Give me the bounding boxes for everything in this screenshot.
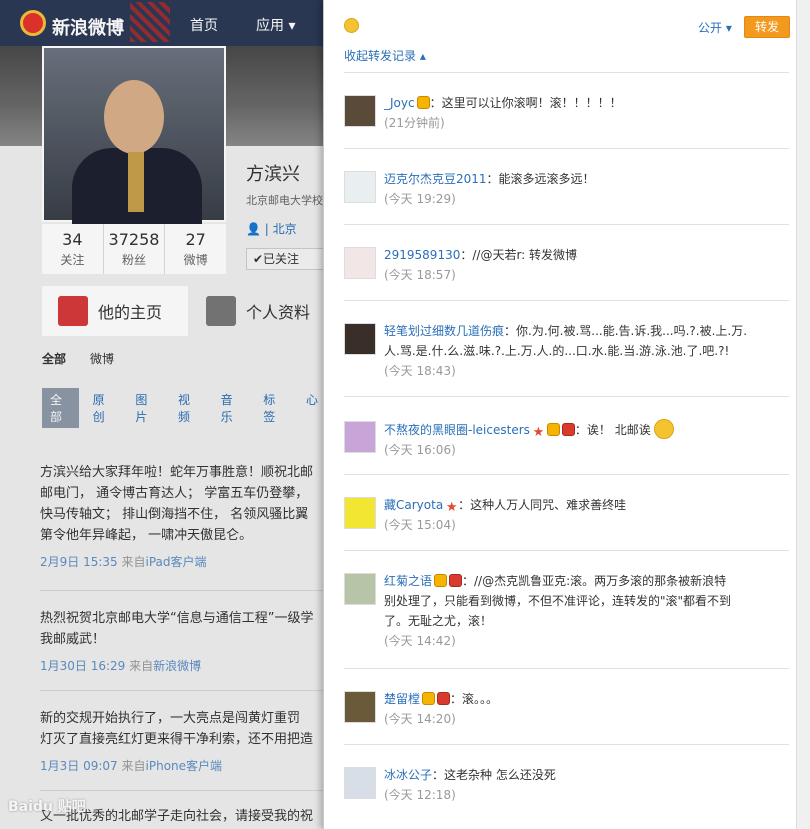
crown-icon (416, 96, 430, 109)
repost-time[interactable]: (今天 19:29) (384, 189, 784, 209)
repost-item: 不熬夜的黑眼圈-leicesters ★ ：诶！ 北邮诶 (今天 16:06) (344, 396, 789, 474)
repost-time[interactable]: (今天 18:57) (384, 265, 784, 285)
repost-time[interactable]: (今天 14:42) (384, 631, 784, 651)
repost-time[interactable]: (今天 18:43) (384, 361, 784, 381)
user-avatar[interactable] (344, 691, 376, 723)
username-link[interactable]: 不熬夜的黑眼圈-leicesters (384, 423, 530, 437)
repost-item: 楚留樘 ：滚。。。 (今天 14:20) (344, 668, 789, 744)
repost-time[interactable]: (今天 15:04) (384, 515, 784, 535)
red-badge-icon (437, 692, 451, 705)
repost-item: _Joyc ：这里可以让你滚啊！滚！！！！！ (21分钟前) (344, 72, 789, 148)
emoji-picker-icon[interactable] (344, 18, 359, 33)
repost-time[interactable]: (今天 16:06) (384, 440, 784, 460)
username-link[interactable]: 红菊之语 (384, 574, 432, 588)
repost-time[interactable]: (今天 12:18) (384, 785, 784, 805)
red-badge-icon (449, 574, 463, 587)
username-link[interactable]: 冰冰公子 (384, 768, 432, 782)
repost-list: _Joyc ：这里可以让你滚啊！滚！！！！！ (21分钟前) 迈克尔杰克豆2011… (344, 72, 789, 820)
repost-time[interactable]: (今天 14:20) (384, 709, 784, 729)
visibility-dropdown[interactable]: 公开 ▾ (698, 19, 732, 36)
overlay-dim (0, 0, 340, 829)
user-avatar[interactable] (344, 171, 376, 203)
user-avatar[interactable] (344, 767, 376, 799)
repost-item: 2919589130：//@天若r: 转发微博 (今天 18:57) (344, 224, 789, 300)
username-link[interactable]: 2919589130 (384, 248, 460, 262)
username-link[interactable]: 迈克尔杰克豆2011 (384, 172, 487, 186)
user-avatar[interactable] (344, 95, 376, 127)
username-link[interactable]: 藏Caryota (384, 498, 443, 512)
username-link[interactable]: _Joyc (384, 96, 415, 110)
repost-item: 轻笔划过细数几道伤痕：你.为.何.被.骂...能.告.诉.我...吗.?.被.上… (344, 300, 789, 396)
repost-item: 迈克尔杰克豆2011：能滚多远滚多远！ (今天 19:29) (344, 148, 789, 224)
username-link[interactable]: 轻笔划过细数几道伤痕 (384, 324, 504, 338)
repost-button[interactable]: 转发 (744, 16, 790, 38)
user-avatar[interactable] (344, 421, 376, 453)
repost-time[interactable]: (21分钟前) (384, 113, 784, 133)
repost-panel: 公开 ▾ 转发 收起转发记录 ▴ _Joyc ：这里可以让你滚啊！滚！！！！！ (… (323, 0, 810, 829)
user-avatar[interactable] (344, 497, 376, 529)
red-badge-icon (561, 423, 575, 436)
repost-item: 藏Caryota ★：这种人万人同咒、难求善终哇 (今天 15:04) (344, 474, 789, 550)
emoji-thinking-icon (653, 419, 674, 439)
user-avatar[interactable] (344, 573, 376, 605)
crown-icon (546, 423, 560, 436)
star-icon: ★ (532, 425, 545, 440)
collapse-repost-list-link[interactable]: 收起转发记录 ▴ (344, 47, 426, 64)
username-link[interactable]: 楚留樘 (384, 692, 420, 706)
crown-icon (434, 574, 448, 587)
profile-page: 新浪微博 首页 应用 ▾ 34 关注 37258 粉丝 27 微博 方滨兴 北京… (0, 0, 340, 829)
repost-item: 冰冰公子：这老杂种 怎么还没死 (今天 12:18) (344, 744, 789, 820)
user-avatar[interactable] (344, 247, 376, 279)
repost-item: 红菊之语 ：//@杰克凯鲁亚克:滚。两万多滚的那条被新浪特 别处理了，只能看到微博… (344, 550, 789, 668)
panel-scrollbar[interactable] (796, 0, 810, 829)
user-avatar[interactable] (344, 323, 376, 355)
crown-icon (422, 692, 436, 705)
star-icon: ★ (445, 500, 458, 515)
